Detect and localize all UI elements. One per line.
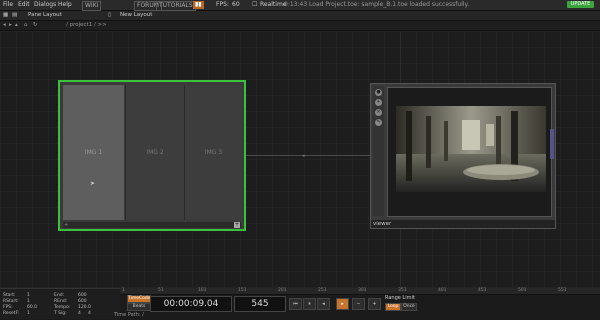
back-icon[interactable]: ◂ [3,22,6,29]
refresh-icon[interactable]: ↻ [33,22,38,29]
resetf-label: ResetF: [3,311,20,316]
ruler-tick: 101 [198,288,207,293]
step-forward-button[interactable]: + [368,298,381,310]
ruler-tick: 551 [558,288,567,293]
toolbar: ▦ ▤ Pane Layout ▯ New Layout [0,11,600,21]
viewer-side-tab[interactable] [550,129,554,159]
img-cell-3-label: IMG 3 [204,149,223,156]
fps-label: FPS: [216,1,229,8]
fps-stat-value[interactable]: 60.0 [27,305,37,310]
realtime-label: Realtime [260,1,287,8]
rstart-label: RStart: [3,299,19,304]
rend-label: REnd: [54,299,68,304]
rend-value[interactable]: 600 [78,299,87,304]
plus-icon[interactable]: + [375,99,382,106]
ruler-tick: 401 [438,288,447,293]
img-cell-2[interactable]: IMG 2 [125,85,184,220]
cathedral-interior-image [396,106,546,192]
timeline-stats: Start: 1 End: 600 RStart: 1 REnd: 600 FP… [0,290,120,319]
up-icon[interactable]: ▴ [15,22,18,29]
viewer-toolbar: ● + × ✎ [373,86,384,216]
network-path[interactable]: / project1 / >> [66,22,107,29]
home-icon[interactable]: ⌂ [24,22,28,29]
layout-icon[interactable]: ▤ [12,12,17,19]
menu-dialogs[interactable]: Dialogs [34,1,56,9]
timecode-display[interactable]: 00:00:09.04 [150,296,232,312]
container-node[interactable]: IMG 1 IMG 2 IMG 3 ➤ + + [58,80,246,231]
time-path[interactable]: Time Path: / [114,312,144,318]
start-label: Start: [3,293,16,298]
ruler-tick: 151 [238,288,247,293]
pane-layout-button[interactable]: Pane Layout [28,12,62,19]
fps-value: 60 [232,1,240,8]
ruler-tick: 351 [398,288,407,293]
resetf-value[interactable]: 1 [27,311,30,316]
update-button[interactable]: UPDATE [567,1,594,8]
tsig-label: T Sig: [54,311,67,316]
beats-button[interactable]: Beats [127,303,151,311]
tempo-value[interactable]: 120.0 [78,305,91,310]
ruler-tick: 251 [318,288,327,293]
end-label: End: [54,293,65,298]
img-cell-3[interactable]: IMG 3 [184,85,242,220]
node-footer-label: + [64,222,69,228]
viewer-image [387,87,552,217]
tsig-value-1[interactable]: 4 [78,311,81,316]
menu-edit[interactable]: Edit [18,1,30,9]
ruler-tick: 201 [278,288,287,293]
mouse-cursor-icon: ➤ [90,180,96,187]
rewind-button[interactable]: ⏮ [289,298,302,310]
menu-bar: File Edit Dialogs Help WIKI FORUM TUTORI… [0,0,600,11]
split-icon[interactable]: ▯ [108,12,111,19]
frame-display[interactable]: 545 [234,296,286,312]
range-limit-label: Range Limit [385,295,415,301]
ruler-tick: 301 [358,288,367,293]
tempo-label: Tempo: [54,305,71,310]
path-bar: ◂ ▸ ▴ ⌂ ↻ / project1 / >> [0,21,600,31]
pause-button[interactable]: ⏸ [303,298,316,310]
perform-badge[interactable]: ▮▮ [193,1,204,9]
once-button[interactable]: Once [401,303,417,311]
rstart-value[interactable]: 1 [27,299,30,304]
wire-arrow-icon: ◂ [302,153,305,159]
node-footer: + + [63,222,241,228]
paint-icon[interactable]: ✎ [375,119,382,126]
step-back-button[interactable]: − [352,298,365,310]
ruler-tick: 451 [478,288,487,293]
play-back-button[interactable]: ◂ [317,298,330,310]
cross-icon[interactable]: × [375,109,382,116]
status-message: 0:13:43 Load Project.toe: sample_B.1.toe… [284,1,470,8]
new-layout-button[interactable]: New Layout [120,12,152,19]
end-value[interactable]: 600 [78,293,87,298]
fps-stat-label: FPS: [3,305,13,310]
img-cell-1[interactable]: IMG 1 [63,85,124,220]
viewer-node[interactable]: ● + × ✎ viewer [370,83,556,229]
ruler-tick: 51 [158,288,164,293]
realtime-checkbox[interactable]: ☐ [252,1,257,9]
node-wire [246,155,370,156]
tsig-value-2[interactable]: 4 [88,311,91,316]
play-button[interactable]: ▸ [336,298,349,310]
wiki-button[interactable]: WIKI [82,1,102,11]
viewer-label: viewer [371,220,555,228]
menu-help[interactable]: Help [58,1,72,9]
loop-button[interactable]: Loop [385,303,401,311]
tutorials-button[interactable]: TUTORIALS [156,1,196,11]
ruler-tick: 1 [122,288,125,293]
start-value[interactable]: 1 [27,293,30,298]
img-cell-1-label: IMG 1 [84,149,103,156]
menu-file[interactable]: File [3,1,13,9]
ruler-tick: 501 [518,288,527,293]
img-cell-2-label: IMG 2 [146,149,164,156]
circle-icon[interactable]: ● [375,89,382,96]
timecode-button[interactable]: TimeCode [127,295,151,303]
timeline-ruler[interactable]: 1 51 101 151 201 251 301 351 401 451 501… [120,288,600,295]
forward-icon[interactable]: ▸ [9,22,12,29]
add-icon[interactable]: + [234,222,240,228]
grid-icon[interactable]: ▦ [3,12,8,19]
